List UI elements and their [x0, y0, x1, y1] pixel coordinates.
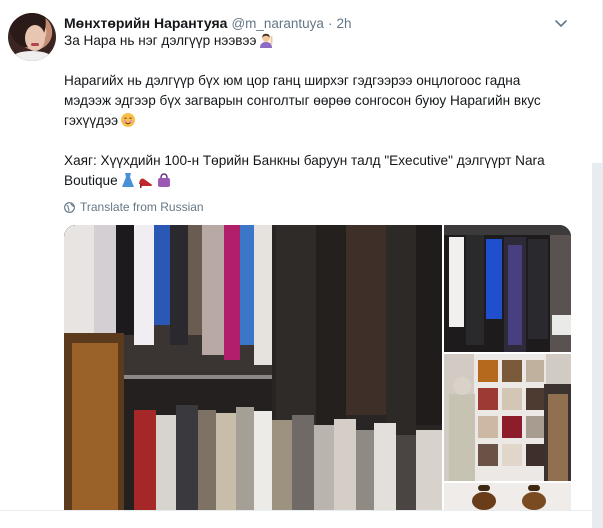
bottom-strip	[0, 510, 592, 528]
globe-icon	[64, 201, 75, 213]
tweet-line-7: Хаяг: Хүүхдийн 100-н Төрийн Банкны баруу…	[64, 153, 545, 168]
tweet-line-4: мэдээж эдгээр бүх загварын сонголтыг өөр…	[64, 93, 541, 108]
high-heel-emoji	[138, 172, 154, 194]
avatar[interactable]	[8, 13, 56, 61]
tweet-line-8: Boutique	[64, 171, 584, 191]
media-photo-4[interactable]	[444, 483, 571, 510]
tweet-line-5-text: гэхүүдээ	[64, 113, 119, 128]
smiling-face-emoji	[120, 112, 136, 134]
avatar-shoulder	[12, 51, 52, 61]
media-grid	[64, 225, 571, 510]
chevron-down-icon[interactable]	[553, 15, 569, 31]
tweet-line-8-text: Boutique	[64, 173, 118, 188]
tweet-line-3: Нарагийх нь дэлгүүр бүх юм цор ганц ширх…	[64, 73, 521, 88]
tweet-line-6	[64, 131, 584, 151]
translate-link[interactable]: Translate from Russian	[64, 199, 204, 215]
tweet-line-5: гэхүүдээ	[64, 111, 584, 131]
tweet-card[interactable]: Мөнхтөрийн Нарантуяа @m_narantuya · 2h З…	[0, 0, 592, 528]
right-rail	[592, 0, 603, 528]
woman-raising-hand-emoji	[258, 32, 274, 54]
avatar-face	[25, 25, 45, 51]
bottom-gap	[8, 511, 28, 528]
rail-card-edge	[592, 0, 603, 163]
tweet-line-1: За Нара нь нэг дэлгүүр нээвээ	[64, 31, 584, 51]
media-photo-2[interactable]	[444, 225, 571, 352]
user-handle[interactable]: @m_narantuya	[231, 16, 324, 31]
dress-emoji	[120, 172, 136, 194]
avatar-lips	[31, 43, 39, 46]
display-name[interactable]: Мөнхтөрийн Нарантуяа	[64, 15, 227, 31]
timestamp[interactable]: 2h	[336, 16, 351, 31]
handbag-emoji	[156, 172, 172, 194]
translate-label: Translate from Russian	[80, 200, 204, 214]
separator-dot: ·	[327, 15, 333, 31]
tweet-text: За Нара нь нэг дэлгүүр нээвээ Нарагийх н…	[64, 31, 584, 191]
media-photo-1[interactable]	[64, 225, 442, 510]
tweet-line-1-text: За Нара нь нэг дэлгүүр нээвээ	[64, 33, 257, 48]
tweet-line-2	[64, 51, 584, 71]
tweet-header: Мөнхтөрийн Нарантуяа @m_narantuya · 2h	[64, 14, 351, 32]
media-photo-3[interactable]	[444, 354, 571, 481]
